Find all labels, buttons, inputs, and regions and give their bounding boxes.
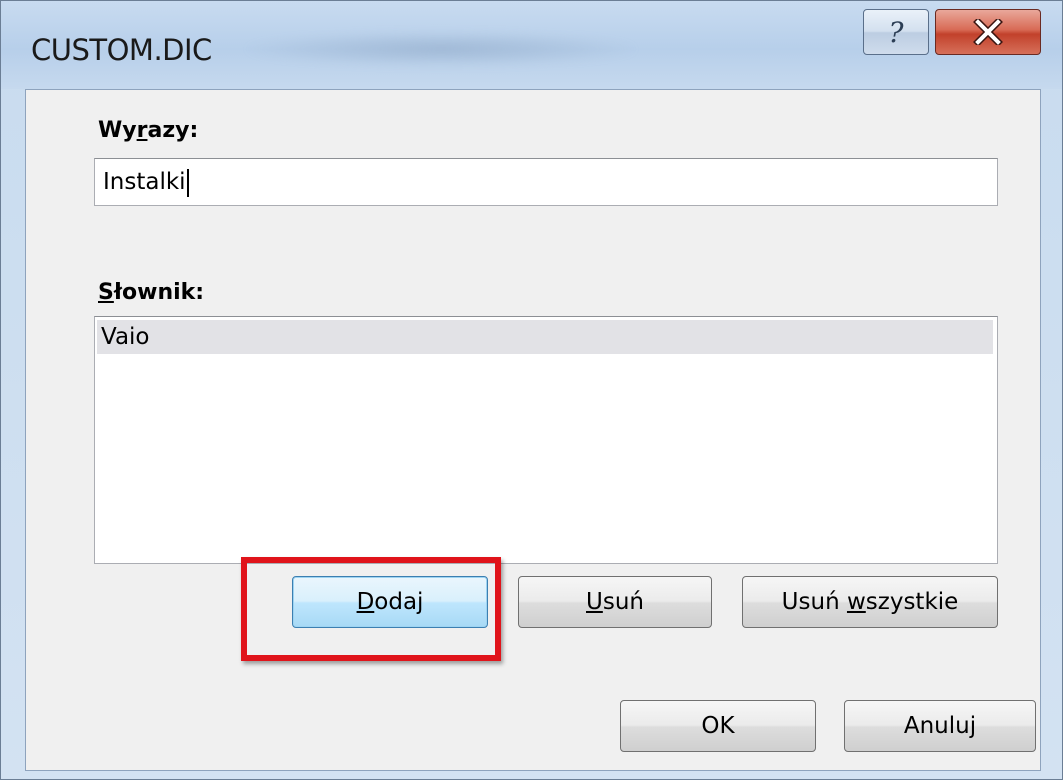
close-button[interactable]: [935, 9, 1041, 55]
words-label: Wyrazy:: [98, 118, 198, 143]
remove-button[interactable]: Usuń: [518, 576, 712, 628]
remove-button-label: suń: [602, 589, 644, 615]
words-input-value: Instalki: [103, 169, 186, 195]
close-icon: [973, 19, 1003, 45]
window-title: CUSTOM.DIC: [31, 33, 212, 67]
words-label-accel: r: [136, 118, 148, 143]
text-caret: [186, 168, 189, 197]
cancel-button[interactable]: Anuluj: [844, 700, 1036, 752]
words-label-prefix: Wy: [98, 118, 137, 143]
help-button[interactable]: ?: [863, 9, 929, 55]
help-icon: ?: [888, 15, 904, 49]
words-label-suffix: azy:: [147, 118, 199, 143]
list-item[interactable]: Vaio: [97, 320, 993, 354]
dictionary-label-accel: S: [98, 280, 114, 305]
remove-all-accel: w: [846, 589, 866, 615]
title-bar[interactable]: CUSTOM.DIC ?: [1, 1, 1062, 89]
title-blur-region: [241, 31, 641, 67]
remove-all-button[interactable]: Usuń w szystkie: [742, 576, 998, 628]
remove-all-label: szystkie: [865, 589, 959, 615]
dialog-window: CUSTOM.DIC ? Wyrazy: Instalki Słownik: V…: [0, 0, 1063, 780]
dictionary-label-suffix: łownik:: [113, 280, 205, 305]
ok-button[interactable]: OK: [620, 700, 816, 752]
dialog-body: Wyrazy: Instalki Słownik: Vaio Dodaj Usu…: [25, 89, 1041, 771]
remove-all-prefix: Usuń: [781, 589, 847, 615]
highlight-frame: [241, 557, 501, 661]
words-input[interactable]: Instalki: [94, 158, 998, 206]
dictionary-label: Słownik:: [98, 280, 204, 305]
dictionary-listbox[interactable]: Vaio: [94, 316, 998, 564]
remove-button-accel: U: [586, 589, 603, 615]
